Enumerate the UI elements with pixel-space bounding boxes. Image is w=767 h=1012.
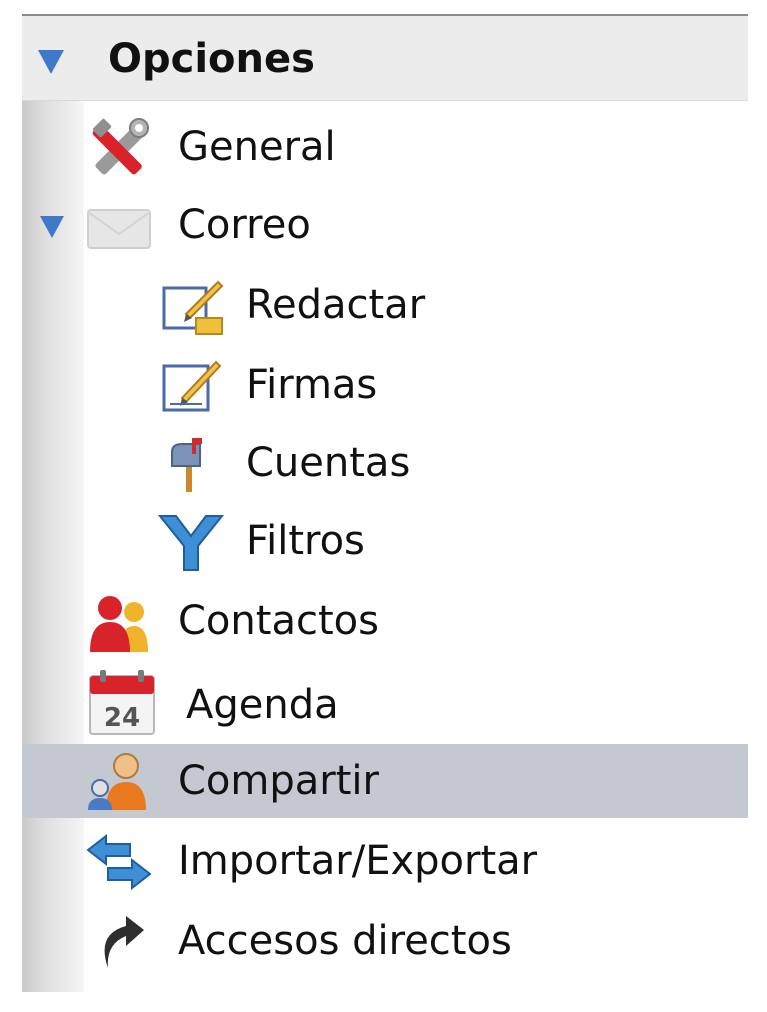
filter-icon bbox=[156, 510, 226, 574]
expand-arrow-icon[interactable] bbox=[40, 216, 64, 238]
tree-item-filtros[interactable]: Filtros bbox=[22, 502, 748, 580]
contacts-icon bbox=[84, 590, 154, 654]
tree-item-label: Accesos directos bbox=[178, 918, 512, 964]
header-title: Opciones bbox=[108, 36, 315, 82]
mailbox-icon bbox=[156, 432, 226, 496]
tree-item-label: General bbox=[178, 124, 336, 170]
tree-item-label: Cuentas bbox=[246, 440, 411, 486]
tree-item-contactos[interactable]: Contactos bbox=[22, 582, 748, 660]
signature-icon bbox=[156, 354, 226, 418]
tree-item-label: Correo bbox=[178, 202, 311, 248]
tree-item-agenda[interactable]: 24 Agenda bbox=[22, 666, 748, 744]
tools-icon bbox=[84, 116, 154, 180]
tree-item-importar-exportar[interactable]: Importar/Exportar bbox=[22, 822, 748, 900]
envelope-icon bbox=[84, 194, 154, 258]
options-header[interactable]: Opciones bbox=[22, 16, 748, 101]
collapse-arrow-icon[interactable] bbox=[38, 50, 64, 74]
tree-item-label: Agenda bbox=[186, 682, 339, 728]
tree-item-firmas[interactable]: Firmas bbox=[22, 346, 748, 424]
shortcut-arrow-icon bbox=[84, 910, 154, 974]
tree-item-compartir[interactable]: Compartir bbox=[22, 744, 748, 818]
calendar-day: 24 bbox=[104, 703, 140, 733]
compose-icon bbox=[156, 274, 226, 338]
tree-item-correo[interactable]: Correo bbox=[22, 186, 748, 264]
calendar-icon: 24 bbox=[86, 668, 158, 736]
tree-item-general[interactable]: General bbox=[22, 108, 748, 186]
tree-item-accesos-directos[interactable]: Accesos directos bbox=[22, 902, 748, 980]
tree-item-label: Redactar bbox=[246, 282, 426, 328]
tree-item-label: Filtros bbox=[246, 518, 365, 564]
tree-item-redactar[interactable]: Redactar bbox=[22, 266, 748, 344]
tree-item-label: Importar/Exportar bbox=[178, 838, 538, 884]
tree-item-label: Contactos bbox=[178, 598, 379, 644]
tree-item-cuentas[interactable]: Cuentas bbox=[22, 424, 748, 502]
tree-item-label: Firmas bbox=[246, 362, 378, 408]
tree-item-label: Compartir bbox=[178, 758, 379, 804]
import-export-icon bbox=[84, 830, 154, 894]
share-icon bbox=[84, 748, 154, 812]
options-tree-panel: Opciones General Correo Redactar Firmas … bbox=[22, 14, 748, 992]
